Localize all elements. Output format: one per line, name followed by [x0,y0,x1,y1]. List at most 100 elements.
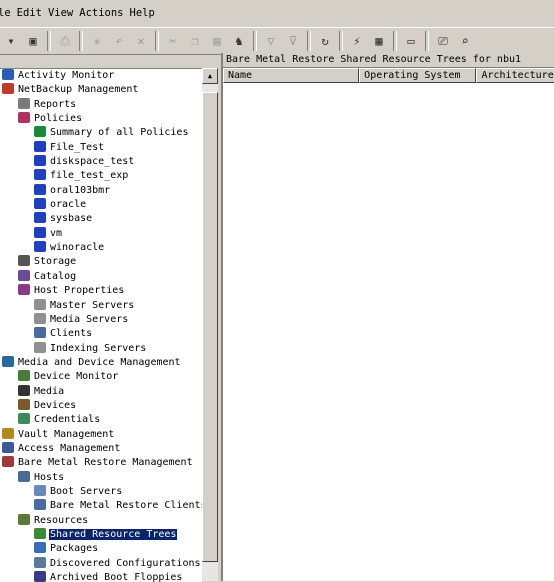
scroll-up-arrow-icon[interactable]: ▲ [202,68,218,84]
properties-icon[interactable]: ▦ [369,31,389,51]
menu-view[interactable]: View [48,7,79,19]
tree-item-label: file_test_exp [50,170,129,182]
tree-item-indexing-servers[interactable]: Indexing Servers [0,341,202,356]
devices-icon [18,398,30,410]
column-header-name[interactable]: Name [223,68,360,83]
tree-item-media[interactable]: Media [0,384,202,399]
print-icon[interactable]: ⎙ [55,31,75,51]
tree-item-label: vm [50,227,63,239]
policy-icon [34,140,46,152]
tree-item-shared-resource-trees[interactable]: Shared Resource Trees [0,528,202,542]
tree-vertical-scrollbar[interactable]: ▲ [202,68,218,581]
tree-item-file-test-exp[interactable]: file_test_exp [0,169,202,183]
column-headers: Name Operating System Architecture [223,68,554,83]
connect-icon[interactable]: ⚡ [347,31,367,51]
tree-item-label: Bare Metal Restore Clients [50,500,202,512]
server-icon [34,298,46,310]
toolbar-separator [393,31,397,51]
tree-item-credentials[interactable]: Credentials [0,413,202,427]
menu-edit[interactable]: Edit [17,7,48,19]
tree-item-label: Hosts [34,471,65,483]
tree-item-reports[interactable]: Reports [0,97,202,112]
tree-item-label: Master Servers [50,299,135,311]
tree-item-master-servers[interactable]: Master Servers [0,298,202,313]
storage-icon [18,255,30,267]
tree-item-media-and-device-management[interactable]: Media and Device Management [0,355,202,370]
find-icon[interactable]: ♞ [229,31,249,51]
vault-icon [2,427,14,439]
tree-item-label: Media Servers [50,313,129,325]
tree-item-bare-metal-restore-clients[interactable]: Bare Metal Restore Clients [0,499,202,513]
tree-item-media-servers[interactable]: Media Servers [0,312,202,327]
tree-item-activity-monitor[interactable]: Activity Monitor [0,69,202,83]
policy-icon [34,212,46,224]
tree-item-label: Resources [34,514,89,526]
tree-item-oracle[interactable]: oracle [0,198,202,212]
tree-item-label: Bare Metal Restore Management [18,457,193,469]
paste-icon[interactable]: ▤ [207,31,227,51]
refresh-icon[interactable]: ↻ [315,31,335,51]
policy-icon [34,155,46,167]
menu-help[interactable]: Help [130,7,161,19]
undo-icon[interactable]: ↶ [109,31,129,51]
tree-item-winoracle[interactable]: winoracle [0,241,202,255]
tree-item-vault-management[interactable]: Vault Management [0,427,202,442]
shared-resource-tree-icon [34,528,46,539]
cut-icon[interactable]: ✂ [163,31,183,51]
credentials-icon [18,413,30,425]
details-pane: Bare Metal Restore Shared Resource Trees… [221,53,554,581]
tree-item-file-test[interactable]: File_Test [0,140,202,155]
tree-item-bare-metal-restore-management[interactable]: Bare Metal Restore Management [0,456,202,470]
menu-actions[interactable]: Actions [79,7,129,19]
tree-item-archived-boot-floppies[interactable]: Archived Boot Floppies [0,571,202,582]
tree-item-packages[interactable]: Packages [0,542,202,556]
new-icon[interactable]: ✳ [87,31,107,51]
tree-item-devices[interactable]: Devices [0,398,202,413]
tree-item-policies[interactable]: Policies [0,112,202,126]
dropdown-arrow-icon[interactable]: ▾ [1,31,21,51]
toolbar-separator [155,31,159,51]
tree-item-summary-of-all-policies[interactable]: Summary of all Policies [0,126,202,140]
show-tree-icon[interactable]: ▣ [23,31,43,51]
tree-item-boot-servers[interactable]: Boot Servers [0,484,202,499]
delete-icon[interactable]: ✕ [131,31,151,51]
server-icon [34,341,46,353]
tree-item-oral103bmr[interactable]: oral103bmr [0,183,202,198]
navigation-tree[interactable]: Activity Monitor NetBackup Management Repo… [0,68,202,582]
tree-item-resources[interactable]: Resources [0,513,202,528]
toolbar-separator [307,31,311,51]
media-device-icon [2,355,14,367]
toolbar-separator [425,31,429,51]
scroll-thumb[interactable] [202,92,218,562]
tree-item-label: Activity Monitor [18,70,115,81]
tree-item-clients[interactable]: Clients [0,327,202,341]
column-header-architecture[interactable]: Architecture [476,68,554,83]
column-header-operating-system[interactable]: Operating System [359,68,477,83]
filter-icon[interactable]: ▽ [261,31,281,51]
tree-item-device-monitor[interactable]: Device Monitor [0,370,202,384]
tree-item-hosts[interactable]: Hosts [0,470,202,485]
tree-item-sysbase[interactable]: sysbase [0,212,202,226]
client-icon [34,327,46,339]
remote-console-icon[interactable]: ⎚ [433,31,453,51]
tree-item-access-management[interactable]: Access Management [0,441,202,456]
tree-item-label: Storage [34,256,77,268]
tree-item-catalog[interactable]: Catalog [0,269,202,284]
tree-item-storage[interactable]: Storage [0,255,202,269]
tree-item-label: Media [34,385,65,397]
policy-icon [34,226,46,238]
tree-item-netbackup-management[interactable]: NetBackup Management [0,83,202,97]
copy-icon[interactable]: ❐ [185,31,205,51]
tree-item-host-properties[interactable]: Host Properties [0,284,202,298]
tree-item-diskspace-test[interactable]: diskspace_test [0,155,202,169]
menu-bar: le Edit View Actions Help [0,0,554,26]
tree-item-label: Vault Management [18,428,115,440]
tree-item-discovered-configurations[interactable]: Discovered Configurations [0,556,202,571]
menu-file[interactable]: le [0,7,17,19]
monitor-icon[interactable]: ▭ [401,31,421,51]
view-icon[interactable]: ⌕ [455,31,475,51]
tree-item-vm[interactable]: vm [0,226,202,241]
clear-filter-icon[interactable]: ⊽ [283,31,303,51]
tree-item-label: Device Monitor [34,371,119,383]
tree-item-label: Media and Device Management [18,356,181,368]
